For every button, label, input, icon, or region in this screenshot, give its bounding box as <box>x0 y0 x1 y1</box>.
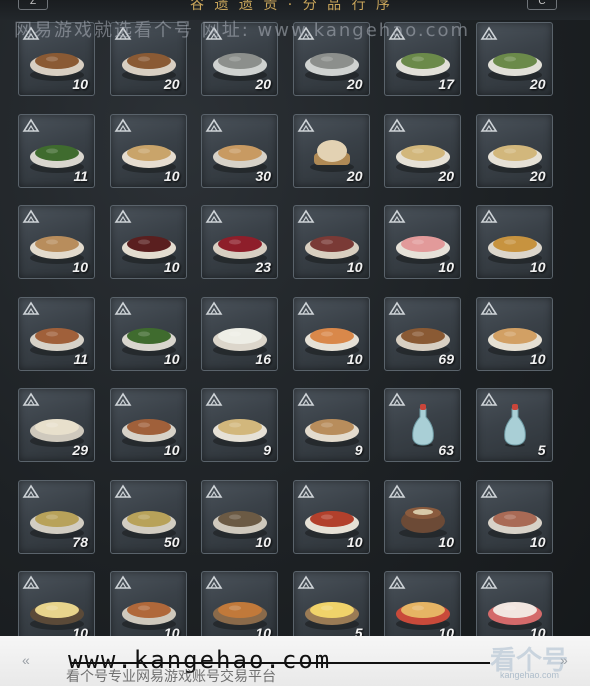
item-slot-braised-chicken[interactable]: 11 <box>18 296 95 371</box>
item-quantity: 10 <box>529 350 546 367</box>
item-slot-stir-fried-greens[interactable]: 11 <box>18 113 95 188</box>
item-slot-noodle-bowl[interactable]: 20 <box>384 113 461 188</box>
item-slot-fried-noodles[interactable]: 78 <box>18 479 95 554</box>
item-slot-wine-cup[interactable]: 10 <box>292 205 370 279</box>
item-slot-red-dates[interactable]: 23 <box>201 205 278 279</box>
item-quantity: 10 <box>346 259 363 275</box>
item-quantity: 10 <box>346 533 363 550</box>
item-slot-shrimp-dish[interactable]: 10 <box>292 296 370 371</box>
item-slot-cold-noodles[interactable]: 20 <box>475 113 553 188</box>
item-quantity: 20 <box>346 167 363 184</box>
noodle-bowl-icon <box>210 401 270 449</box>
item-quantity: 10 <box>529 533 546 550</box>
item-quantity: 20 <box>529 76 546 92</box>
item-quantity: 10 <box>346 350 363 367</box>
vase-icon <box>485 401 545 449</box>
item-quantity: 23 <box>255 259 271 275</box>
item-quantity: 50 <box>163 533 180 550</box>
item-slot-bean-sprouts[interactable]: 50 <box>109 479 187 554</box>
item-quantity: 20 <box>163 76 180 92</box>
item-quantity: 9 <box>263 442 271 458</box>
item-quantity: 10 <box>72 259 88 275</box>
item-quantity: 9 <box>354 442 363 458</box>
item-slot-meatballs[interactable]: 10 <box>109 571 187 645</box>
prev-category-button[interactable]: Z <box>18 0 48 10</box>
chevron-right-icon: » <box>560 652 568 668</box>
item-slot-sliced-fish[interactable]: 10 <box>384 205 461 279</box>
item-quantity: 16 <box>255 350 271 367</box>
item-quantity: 10 <box>163 350 180 367</box>
next-category-button[interactable]: C <box>527 0 557 10</box>
item-slot-spinach[interactable]: 10 <box>109 296 187 371</box>
item-quantity: 10 <box>438 533 454 550</box>
item-slot-fried-rice[interactable]: 10 <box>475 205 553 279</box>
item-quantity: 69 <box>438 350 454 367</box>
item-slot-tofu-soup[interactable]: 10 <box>109 113 187 188</box>
item-quantity: 10 <box>255 533 271 550</box>
item-quantity: 10 <box>529 259 546 275</box>
item-slot-mapo-tofu[interactable]: 10 <box>292 479 370 554</box>
item-slot-braised-pork-belly[interactable]: 10 <box>475 479 553 554</box>
item-slot-wine-flask[interactable]: 63 <box>384 388 461 462</box>
item-slot-noodle-soup[interactable]: 9 <box>201 388 278 462</box>
porridge-bowl-icon <box>302 401 362 449</box>
item-slot-tofu-plate[interactable]: 29 <box>18 388 95 462</box>
item-quantity: 20 <box>438 167 454 184</box>
footer-watermark-subtext: 看个号专业网易游戏账号交易平台 <box>66 668 276 684</box>
item-slot-rice-dumplings[interactable]: 16 <box>201 296 278 371</box>
watermark-text: 网易游戏就选看个号 网址: www.kangehao.com <box>14 20 471 41</box>
item-slot-red-bean-soup[interactable]: 10 <box>109 205 187 279</box>
item-slot-plain-porridge[interactable]: 9 <box>292 388 370 462</box>
item-quantity: 17 <box>438 76 454 92</box>
item-quantity: 10 <box>438 259 454 275</box>
item-quantity: 10 <box>163 167 180 184</box>
item-quantity: 78 <box>72 533 88 550</box>
item-quantity: 11 <box>73 167 88 184</box>
chevron-left-icon: « <box>22 652 30 668</box>
item-quantity: 11 <box>73 350 88 367</box>
item-quantity: 20 <box>255 76 271 92</box>
item-quantity: 5 <box>537 442 546 458</box>
watermark-logo-subtext: kangehao.com <box>500 670 560 680</box>
item-slot-steamed-bun[interactable]: 20 <box>292 113 370 188</box>
item-slot-steamed-egg[interactable]: 10 <box>18 571 95 645</box>
item-quantity: 20 <box>529 167 546 184</box>
item-slot-herb-soup[interactable]: 20 <box>475 22 553 96</box>
item-slot-peach-buns[interactable]: 10 <box>475 571 553 645</box>
item-slot-stewed-pork[interactable]: 69 <box>384 296 461 371</box>
item-slot-flatbread-stack[interactable]: 30 <box>201 113 278 188</box>
item-slot-pumpkin-soup[interactable]: 10 <box>475 296 553 371</box>
item-slot-shredded-meat[interactable]: 10 <box>109 388 187 462</box>
item-slot-omelette[interactable]: 5 <box>292 571 370 645</box>
item-slot-wine-flask-small[interactable]: 5 <box>475 388 553 462</box>
item-quantity: 29 <box>72 442 88 458</box>
item-slot-layer-cake[interactable]: 10 <box>384 571 461 645</box>
egg-plate-icon <box>302 584 362 632</box>
item-slot-fried-cubes[interactable]: 10 <box>201 571 278 645</box>
item-quantity: 10 <box>72 76 88 92</box>
item-quantity: 10 <box>163 442 180 458</box>
item-quantity: 63 <box>438 442 454 458</box>
page-title: 谷 遗 遗 贡 · 分 品 行 序 <box>190 0 394 13</box>
item-slot-river-snails[interactable]: 10 <box>201 479 278 554</box>
item-quantity: 10 <box>163 259 180 275</box>
item-quantity: 20 <box>346 76 363 92</box>
item-slot-rice-porridge[interactable]: 10 <box>18 205 95 279</box>
item-quantity: 30 <box>255 167 271 184</box>
item-slot-clay-pot-stew[interactable]: 10 <box>384 479 461 554</box>
